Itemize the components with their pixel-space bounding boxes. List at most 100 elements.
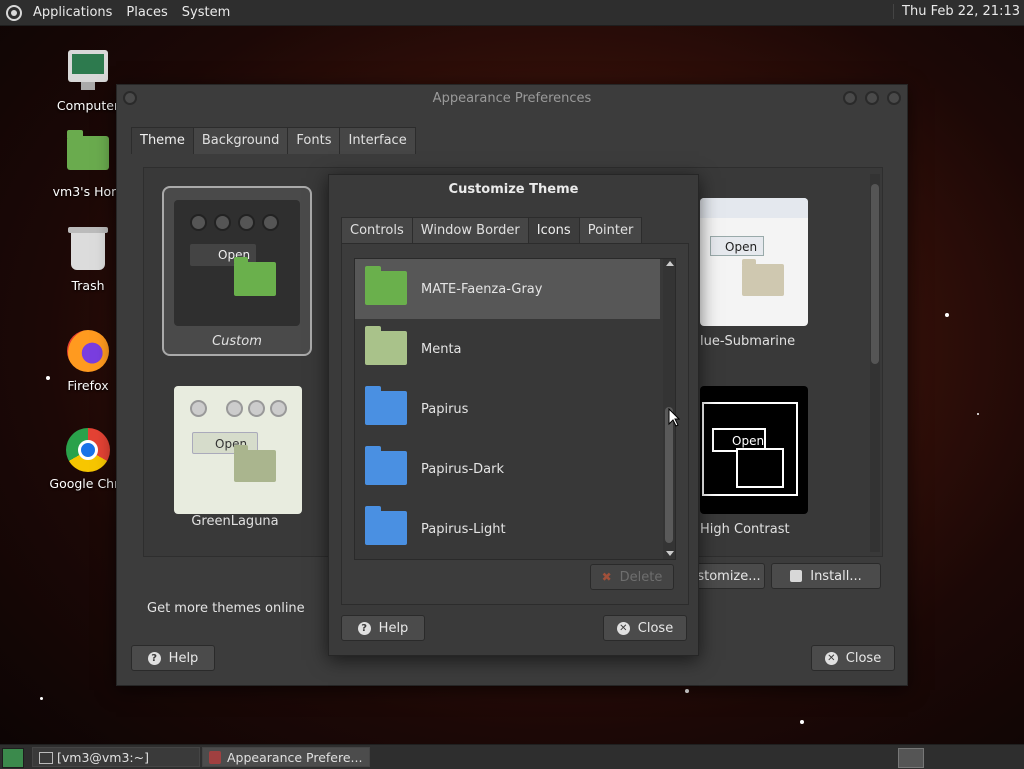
thumb-btn bbox=[226, 400, 243, 417]
theme-name: Custom bbox=[212, 334, 262, 349]
scroll-up-icon[interactable] bbox=[666, 261, 674, 266]
star bbox=[977, 413, 979, 415]
install-icon bbox=[790, 570, 803, 582]
icon-theme-name: Papirus bbox=[421, 401, 469, 417]
star bbox=[40, 697, 43, 700]
window-title: Appearance Preferences bbox=[432, 91, 592, 106]
theme-thumbnail: Open bbox=[174, 200, 300, 326]
tab-background[interactable]: Background bbox=[192, 127, 289, 154]
top-menu: Applications Places System bbox=[6, 4, 237, 21]
theme-name: lue-Submarine bbox=[700, 334, 796, 349]
get-more-themes-link[interactable]: Get more themes online bbox=[147, 601, 305, 616]
appearance-tabs: Theme Background Fonts Interface bbox=[131, 127, 416, 154]
theme-high-contrast[interactable]: Open High Contrast bbox=[700, 386, 810, 546]
folder-icon bbox=[365, 266, 407, 305]
icon-theme-name: Papirus-Dark bbox=[421, 461, 504, 477]
customize-button[interactable]: stomize... bbox=[693, 563, 765, 589]
customize-label: stomize... bbox=[697, 568, 761, 584]
delete-label: Delete bbox=[619, 569, 663, 585]
theme-custom[interactable]: Open Custom bbox=[162, 186, 312, 356]
list-item[interactable]: Papirus bbox=[355, 379, 660, 439]
minimize-button[interactable] bbox=[843, 91, 857, 105]
mouse-pointer-icon bbox=[668, 408, 680, 427]
menu-applications[interactable]: Applications bbox=[26, 5, 119, 20]
menu-places[interactable]: Places bbox=[119, 5, 174, 20]
dialog-close-button[interactable]: ✕ Close bbox=[603, 615, 687, 641]
clock[interactable]: Thu Feb 22, 21:13 bbox=[893, 4, 1020, 19]
folder-icon bbox=[742, 259, 784, 296]
home-folder-icon bbox=[66, 130, 110, 180]
theme-thumbnail: Open bbox=[700, 386, 808, 514]
workspace-switcher[interactable] bbox=[898, 748, 924, 768]
grid-scrollbar[interactable] bbox=[870, 174, 880, 552]
thumb-btn bbox=[248, 400, 265, 417]
thumb-btn bbox=[238, 214, 255, 231]
icon-theme-name: Menta bbox=[421, 341, 462, 357]
folder-icon bbox=[234, 257, 276, 296]
theme-name: GreenLaguna bbox=[191, 514, 279, 529]
close-window-button[interactable] bbox=[887, 91, 901, 105]
install-label: Install... bbox=[810, 568, 862, 584]
icon-theme-name: Papirus-Light bbox=[421, 521, 506, 537]
folder-icon bbox=[365, 446, 407, 485]
list-item[interactable]: Papirus-Dark bbox=[355, 439, 660, 499]
folder-icon bbox=[365, 326, 407, 365]
mate-logo-icon[interactable] bbox=[6, 4, 22, 21]
grid-scrollbar-thumb[interactable] bbox=[871, 184, 879, 364]
tab-theme[interactable]: Theme bbox=[131, 127, 194, 154]
taskbar-item-appearance[interactable]: Appearance Prefere... bbox=[202, 747, 370, 767]
dialog-help-button[interactable]: ? Help bbox=[341, 615, 425, 641]
show-desktop-icon[interactable] bbox=[2, 748, 24, 768]
list-item[interactable]: Menta bbox=[355, 319, 660, 379]
star bbox=[685, 689, 689, 693]
taskbar: [vm3@vm3:~] Appearance Prefere... bbox=[0, 744, 1024, 769]
close-label: Close bbox=[845, 650, 882, 666]
appearance-icon bbox=[209, 751, 221, 764]
help-button[interactable]: ? Help bbox=[131, 645, 215, 671]
window-menu-button[interactable] bbox=[123, 91, 137, 105]
folder-icon bbox=[736, 448, 784, 488]
delete-button[interactable]: ✖ Delete bbox=[590, 564, 674, 590]
thumb-btn bbox=[190, 214, 207, 231]
star bbox=[945, 313, 949, 317]
thumb-btn bbox=[270, 400, 287, 417]
taskbar-item-label: [vm3@vm3:~] bbox=[57, 750, 149, 765]
install-button[interactable]: Install... bbox=[771, 563, 881, 589]
thumb-btn bbox=[262, 214, 279, 231]
tab-fonts[interactable]: Fonts bbox=[287, 127, 341, 154]
chrome-icon bbox=[66, 428, 110, 472]
folder-icon bbox=[365, 386, 407, 425]
list-item[interactable]: Papirus-Light bbox=[355, 499, 660, 559]
terminal-icon bbox=[39, 752, 53, 764]
theme-name: High Contrast bbox=[700, 522, 790, 537]
icons-tab-panel: MATE-Faenza-Gray Menta Papirus Papirus-D… bbox=[341, 243, 689, 605]
trash-icon bbox=[66, 227, 110, 274]
maximize-button[interactable] bbox=[865, 91, 879, 105]
dialog-title[interactable]: Customize Theme bbox=[329, 175, 698, 205]
tab-icons[interactable]: Icons bbox=[527, 217, 580, 244]
folder-icon bbox=[365, 506, 407, 545]
thumb-btn bbox=[190, 400, 207, 417]
help-label: Help bbox=[378, 620, 409, 636]
delete-icon: ✖ bbox=[601, 570, 612, 584]
top-panel: Applications Places System Thu Feb 22, 2… bbox=[0, 0, 1024, 26]
customize-tabs: Controls Window Border Icons Pointer bbox=[341, 217, 643, 244]
tab-window-border[interactable]: Window Border bbox=[411, 217, 529, 244]
tab-interface[interactable]: Interface bbox=[339, 127, 416, 154]
list-item[interactable]: MATE-Faenza-Gray bbox=[355, 259, 660, 319]
appearance-titlebar[interactable]: Appearance Preferences bbox=[117, 85, 907, 113]
scroll-down-icon[interactable] bbox=[666, 551, 674, 556]
close-button[interactable]: ✕ Close bbox=[811, 645, 895, 671]
menu-system[interactable]: System bbox=[175, 5, 237, 20]
folder-icon bbox=[234, 445, 276, 482]
theme-greenlaguna[interactable]: Open GreenLaguna bbox=[162, 378, 308, 544]
computer-icon bbox=[66, 50, 110, 94]
tab-controls[interactable]: Controls bbox=[341, 217, 413, 244]
taskbar-item-label: Appearance Prefere... bbox=[227, 750, 363, 765]
tab-pointer[interactable]: Pointer bbox=[578, 217, 643, 244]
close-label: Close bbox=[637, 620, 674, 636]
theme-blue-submarine[interactable]: Open lue-Submarine bbox=[700, 198, 810, 378]
firefox-icon bbox=[66, 330, 110, 374]
taskbar-item-terminal[interactable]: [vm3@vm3:~] bbox=[32, 747, 200, 767]
star bbox=[800, 720, 804, 724]
